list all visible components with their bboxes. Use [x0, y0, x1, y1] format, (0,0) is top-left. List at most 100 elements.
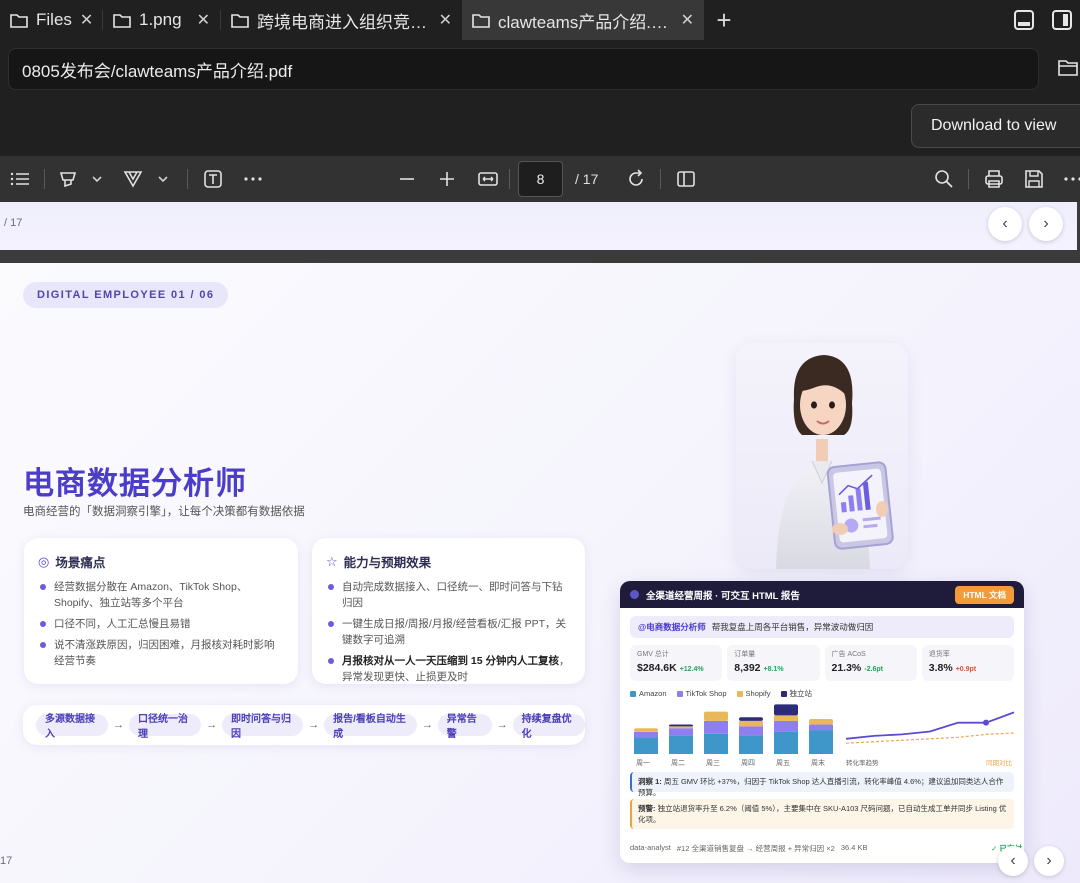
zoom-in-icon[interactable] [436, 168, 458, 190]
folder-icon [10, 13, 28, 28]
chevron-down-icon[interactable] [152, 168, 174, 190]
page-subtitle: 电商经营的「数据洞察引擎」，让每个决策都有数据依据 [23, 506, 305, 518]
page-view-icon[interactable] [675, 168, 697, 190]
bar-segment [739, 720, 763, 727]
bar-segment [774, 704, 798, 716]
address-input[interactable]: 0805发布会/clawteams产品介绍.pdf [8, 48, 1039, 90]
bar-segment [669, 735, 693, 754]
fit-width-icon[interactable] [477, 168, 499, 190]
tab-1png[interactable]: 1.png ✕ [103, 0, 220, 40]
toolbar-divider [187, 169, 188, 189]
legend-label: Amazon [639, 689, 667, 698]
more-icon[interactable] [1062, 168, 1080, 190]
report-preview: 全渠道经营周报 · 可交互 HTML 报告 HTML 文档 @电商数据分析师 帮… [620, 581, 1024, 863]
download-button[interactable]: Download to view [911, 104, 1080, 148]
kpi-delta: +0.9pt [955, 666, 977, 673]
close-icon[interactable]: ✕ [439, 10, 452, 30]
kpi-label: 订单量 [734, 651, 756, 658]
search-icon[interactable] [933, 168, 955, 190]
bar-segment [809, 724, 833, 731]
save-icon[interactable] [1023, 168, 1045, 190]
agent-mention: @电商数据分析师 [638, 622, 706, 632]
slide-prev-button[interactable]: ‹ [998, 846, 1028, 876]
zoom-out-icon[interactable] [396, 168, 418, 190]
toolbar-divider [968, 169, 969, 189]
highlighter-icon[interactable] [57, 168, 79, 190]
legend-swatch [780, 690, 787, 697]
insight-text: 周五 GMV 环比 +37%，归因于 TikTok Shop 达人直播引流，转化… [638, 777, 1004, 797]
flow-step: 持续复盘优化 [512, 714, 585, 740]
tab-cross-border[interactable]: 跨境电商进入组织竞… ✕ [221, 0, 462, 40]
kpi-delta: -2.6pt [864, 666, 883, 673]
card-heading: ☆ 能力与预期效果 [326, 552, 571, 571]
report-title: 全渠道经营周报 · 可交互 HTML 报告 [646, 590, 800, 602]
print-icon[interactable] [983, 168, 1005, 190]
kpi-gmv: GMV 总计 $284.6K +12.4% [630, 645, 723, 681]
chevron-down-icon[interactable] [86, 168, 108, 190]
arrow-right-icon: → [421, 719, 433, 731]
compare-line [845, 732, 1015, 744]
bar-segment [634, 737, 658, 754]
close-icon[interactable]: ✕ [80, 10, 93, 30]
pdf-viewport[interactable]: / 17 ‹ › DIGITAL EMPLOYEE 01 / 06 电商数据分析… [0, 202, 1080, 883]
insight-label: 洞察 1: [638, 777, 662, 786]
folder-icon[interactable] [1058, 59, 1078, 76]
page-label: / 17 [4, 217, 23, 229]
draw-icon[interactable] [122, 168, 144, 190]
kpi-delta: +12.4% [679, 666, 704, 673]
x-tick-label: 周末 [811, 758, 825, 766]
tab-clawteams-pdf[interactable]: clawteams产品介绍.… ✕ [462, 0, 704, 40]
close-icon[interactable]: ✕ [197, 10, 210, 30]
stacked-bar-chart: 周一 周二 周三 周四 周五 周末 转化率趋势 同期对比 [634, 704, 1015, 766]
previous-page-tail: / 17 ‹ › [0, 202, 1077, 250]
legend-label: TikTok Shop [685, 689, 727, 698]
new-tab-button[interactable]: + [704, 0, 744, 40]
insight-note: 洞察 1: 周五 GMV 环比 +37%，归因于 TikTok Shop 达人直… [630, 772, 1014, 797]
report-header: 全渠道经营周报 · 可交互 HTML 报告 HTML 文档 [620, 581, 1024, 608]
flow-step: 多源数据接入 [36, 714, 109, 740]
page-number-input[interactable] [518, 161, 563, 197]
list-item: 一键生成日报/周报/月报/经营看板/汇报 PPT，关键数字可追溯 [326, 616, 571, 648]
card-pain-points: ◎ 场景痛点 经营数据分散在 Amazon、TikTok Shop、Shopify… [24, 538, 298, 684]
card-title: 能力与预期效果 [343, 556, 432, 570]
bar-segment [774, 731, 798, 754]
tab-label: clawteams产品介绍.… [498, 12, 669, 32]
list-item: 口径不同，人工汇总慢且易错 [38, 616, 284, 632]
bar-segment [774, 715, 798, 721]
slide-next-button[interactable]: › [1029, 207, 1063, 241]
trend-label: 转化率趋势 [846, 758, 879, 766]
chevron-right-icon: › [1046, 852, 1052, 869]
arrow-right-icon: → [308, 719, 320, 731]
tab-files[interactable]: Files ✕ [0, 0, 102, 40]
x-tick-label: 周二 [671, 759, 685, 766]
slide-next-button[interactable]: › [1034, 846, 1064, 876]
kpi-returns: 退货率 3.8% +0.9pt [921, 645, 1014, 681]
list-item: 自动完成数据接入、口径统一、即时问答与下钻归因 [326, 579, 571, 611]
trend-point [983, 719, 989, 726]
bar-segment [669, 728, 693, 736]
chevron-left-icon: ‹ [1002, 215, 1008, 232]
workflow-steps: 多源数据接入 → 口径统一治理 → 即时问答与归因 → 报告/看板自动生成 → … [23, 705, 585, 745]
legend-swatch [676, 690, 683, 697]
slide-prev-button[interactable]: ‹ [988, 207, 1022, 241]
side-panel-icon[interactable] [1052, 10, 1072, 30]
more-icon[interactable] [242, 168, 264, 190]
prompt-text: 帮我复盘上周各平台销售，异常波动做归因 [711, 622, 874, 632]
bar-segment [739, 726, 763, 736]
chevron-right-icon: › [1043, 215, 1049, 232]
bar-segment [704, 711, 728, 721]
list-icon[interactable] [9, 168, 31, 190]
bottom-panel-icon[interactable] [1014, 10, 1034, 30]
text-box-icon[interactable] [202, 168, 224, 190]
close-icon[interactable]: ✕ [681, 10, 694, 30]
report-footer: data-analyst #12 全渠道销售复盘 → 经营周报 + 异常归因 ×… [630, 843, 1022, 854]
list-item: 经营数据分散在 Amazon、TikTok Shop、Shopify、独立站等多… [38, 579, 284, 611]
footer-agent: data-analyst [630, 843, 671, 852]
arrow-right-icon: → [206, 719, 218, 731]
html-doc-badge: HTML 文档 [955, 585, 1014, 604]
bar-segment [669, 726, 693, 729]
rotate-icon[interactable] [625, 168, 647, 190]
arrow-right-icon: → [113, 719, 125, 731]
tab-label: 1.png [139, 10, 182, 29]
legend-label: Shopify [745, 689, 771, 698]
